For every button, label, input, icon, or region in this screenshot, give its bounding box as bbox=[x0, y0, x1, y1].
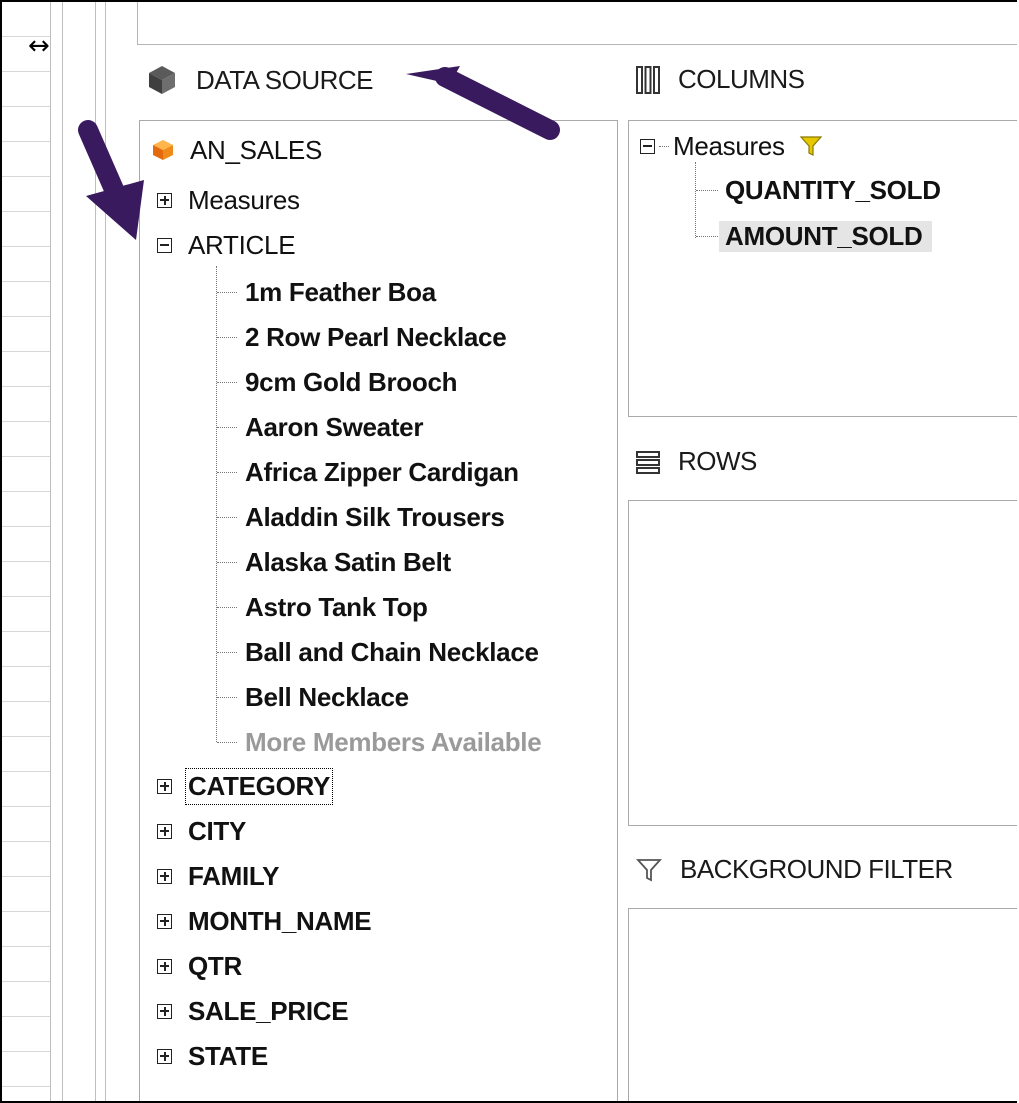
divider-line bbox=[95, 2, 96, 1101]
expand-icon[interactable] bbox=[157, 958, 172, 974]
columns-title: COLUMNS bbox=[678, 64, 805, 94]
tree-node-article[interactable]: ARTICLE bbox=[157, 227, 296, 263]
article-member[interactable]: Bell Necklace bbox=[245, 679, 409, 715]
filter-icon[interactable] bbox=[799, 135, 823, 157]
article-member-label: 2 Row Pearl Necklace bbox=[245, 321, 507, 352]
columns-measures-node[interactable]: Measures bbox=[640, 128, 823, 164]
cube-icon bbox=[149, 66, 175, 94]
collapse-icon[interactable] bbox=[640, 138, 655, 154]
tree-node-month-name[interactable]: MONTH_NAME bbox=[157, 903, 372, 939]
more-members-label: More Members Available bbox=[245, 726, 542, 757]
tree-connector bbox=[217, 427, 237, 429]
expand-icon[interactable] bbox=[157, 192, 172, 208]
column-measure-label: AMOUNT_SOLD bbox=[719, 220, 933, 252]
tree-node-label: SALE_PRICE bbox=[188, 995, 349, 1026]
tree-node-qtr[interactable]: QTR bbox=[157, 948, 242, 984]
rows-icon bbox=[636, 450, 660, 474]
tree-root-label: AN_SALES bbox=[190, 134, 323, 165]
tree-node-state[interactable]: STATE bbox=[157, 1038, 268, 1074]
data-source-title: DATA SOURCE bbox=[196, 64, 374, 95]
top-input-box[interactable] bbox=[137, 2, 1017, 45]
article-member-label: 1m Feather Boa bbox=[245, 276, 436, 307]
filter-icon bbox=[636, 858, 662, 881]
tree-node-measures[interactable]: Measures bbox=[157, 182, 300, 218]
tree-node-label: CATEGORY bbox=[184, 767, 334, 805]
tree-node-label: Measures bbox=[188, 184, 300, 215]
article-member-label: Africa Zipper Cardigan bbox=[245, 456, 519, 487]
columns-panel[interactable] bbox=[628, 120, 1017, 417]
data-source-header: DATA SOURCE bbox=[146, 64, 374, 96]
tree-node-label: QTR bbox=[188, 950, 242, 981]
rows-title: ROWS bbox=[678, 446, 757, 476]
app-frame: ↔ DATA SOURCE COLUMNS ROWS BACKGROUND FI… bbox=[0, 0, 1017, 1103]
tree-connector bbox=[696, 190, 718, 192]
tree-node-sale-price[interactable]: SALE_PRICE bbox=[157, 993, 349, 1029]
tree-node-label: CITY bbox=[188, 815, 247, 846]
column-measure-item[interactable]: QUANTITY_SOLD bbox=[725, 172, 941, 208]
article-member-label: 9cm Gold Brooch bbox=[245, 366, 458, 397]
more-members-link[interactable]: More Members Available bbox=[245, 724, 542, 760]
tree-connector bbox=[659, 145, 669, 147]
column-measure-item[interactable]: AMOUNT_SOLD bbox=[719, 218, 933, 254]
article-member[interactable]: Aaron Sweater bbox=[245, 409, 423, 445]
background-filter-panel[interactable] bbox=[628, 908, 1017, 1101]
article-member[interactable]: 9cm Gold Brooch bbox=[245, 364, 458, 400]
tree-node-category[interactable]: CATEGORY bbox=[157, 767, 334, 805]
article-member-label: Ball and Chain Necklace bbox=[245, 636, 539, 667]
expand-icon[interactable] bbox=[157, 823, 172, 839]
tree-connector bbox=[217, 517, 237, 519]
expand-icon[interactable] bbox=[157, 868, 172, 884]
rows-header: ROWS bbox=[636, 446, 757, 477]
background-filter-title: BACKGROUND FILTER bbox=[680, 854, 953, 884]
columns-measures-label: Measures bbox=[673, 130, 785, 161]
background-filter-header: BACKGROUND FILTER bbox=[636, 854, 953, 885]
article-member[interactable]: Astro Tank Top bbox=[245, 589, 428, 625]
tree-connector bbox=[217, 652, 237, 654]
rows-panel[interactable] bbox=[628, 500, 1017, 826]
tree-connector bbox=[217, 562, 237, 564]
horizontal-resize-icon[interactable]: ↔ bbox=[28, 33, 50, 59]
divider-line bbox=[62, 2, 63, 1101]
article-member[interactable]: 1m Feather Boa bbox=[245, 274, 436, 310]
divider-line bbox=[105, 2, 106, 1101]
tree-node-label: MONTH_NAME bbox=[188, 905, 372, 936]
tree-node-label: STATE bbox=[188, 1040, 268, 1071]
tree-node-city[interactable]: CITY bbox=[157, 813, 246, 849]
expand-icon[interactable] bbox=[157, 1003, 172, 1019]
article-member[interactable]: Ball and Chain Necklace bbox=[245, 634, 539, 670]
tree-connector bbox=[695, 162, 697, 238]
expand-icon[interactable] bbox=[157, 778, 172, 794]
cube-icon bbox=[153, 140, 173, 160]
tree-connector bbox=[217, 337, 237, 339]
collapse-icon[interactable] bbox=[157, 237, 172, 253]
tree-connector bbox=[696, 236, 718, 238]
tree-connector bbox=[217, 292, 237, 294]
article-member-label: Aladdin Silk Trousers bbox=[245, 501, 505, 532]
article-member-label: Aaron Sweater bbox=[245, 411, 424, 442]
tree-connector bbox=[217, 472, 237, 474]
article-member-label: Astro Tank Top bbox=[245, 591, 428, 622]
tree-connector bbox=[217, 382, 237, 384]
article-member[interactable]: Alaska Satin Belt bbox=[245, 544, 451, 580]
tree-node-label: ARTICLE bbox=[188, 229, 296, 260]
tree-connector bbox=[217, 697, 237, 699]
column-measure-label: QUANTITY_SOLD bbox=[725, 174, 941, 205]
article-member[interactable]: 2 Row Pearl Necklace bbox=[245, 319, 507, 355]
article-member-label: Alaska Satin Belt bbox=[245, 546, 451, 577]
expand-icon[interactable] bbox=[157, 913, 172, 929]
tree-connector bbox=[217, 607, 237, 609]
spreadsheet-row-strip bbox=[2, 2, 51, 1101]
expand-icon[interactable] bbox=[157, 1048, 172, 1064]
tree-node-family[interactable]: FAMILY bbox=[157, 858, 279, 894]
article-member-label: Bell Necklace bbox=[245, 681, 409, 712]
article-member[interactable]: Africa Zipper Cardigan bbox=[245, 454, 519, 490]
columns-header: COLUMNS bbox=[636, 64, 805, 95]
tree-connector bbox=[217, 742, 237, 744]
columns-icon bbox=[636, 65, 660, 94]
tree-root-an-sales[interactable]: AN_SALES bbox=[152, 132, 322, 168]
tree-node-label: FAMILY bbox=[188, 860, 280, 891]
article-member[interactable]: Aladdin Silk Trousers bbox=[245, 499, 505, 535]
